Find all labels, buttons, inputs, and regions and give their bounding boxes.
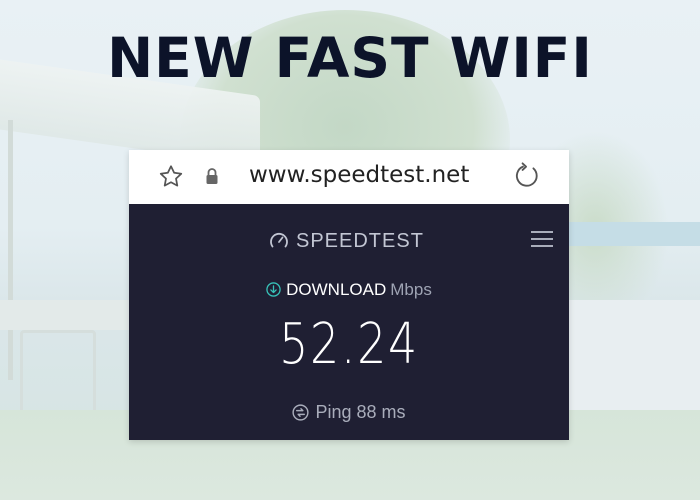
speedtest-card: www.speedtest.net SPEEDTEST DOWNLOAD Mbps… [129, 150, 569, 440]
download-label: DOWNLOAD [286, 280, 387, 299]
ping-row: Ping 88 ms [129, 402, 569, 423]
ping-text: Ping 88 ms [315, 402, 406, 422]
download-speed-value: 52.24 [279, 312, 419, 377]
star-icon[interactable] [157, 163, 185, 191]
hamburger-menu-icon[interactable] [531, 230, 553, 248]
download-heading: DOWNLOAD Mbps [129, 280, 569, 300]
speedtest-logo[interactable]: SPEEDTEST [269, 228, 424, 254]
reload-icon[interactable] [513, 162, 541, 190]
headline: NEW FAST WIFI [107, 26, 593, 90]
logo-text: SPEEDTEST [296, 229, 424, 252]
lock-icon [206, 168, 218, 184]
unit-label: Mbps [390, 280, 432, 299]
ping-icon [292, 404, 310, 421]
browser-address-bar: www.speedtest.net [129, 150, 569, 204]
gauge-icon [270, 233, 288, 248]
url-text[interactable]: www.speedtest.net [249, 162, 469, 188]
download-arrow-icon [266, 282, 281, 297]
